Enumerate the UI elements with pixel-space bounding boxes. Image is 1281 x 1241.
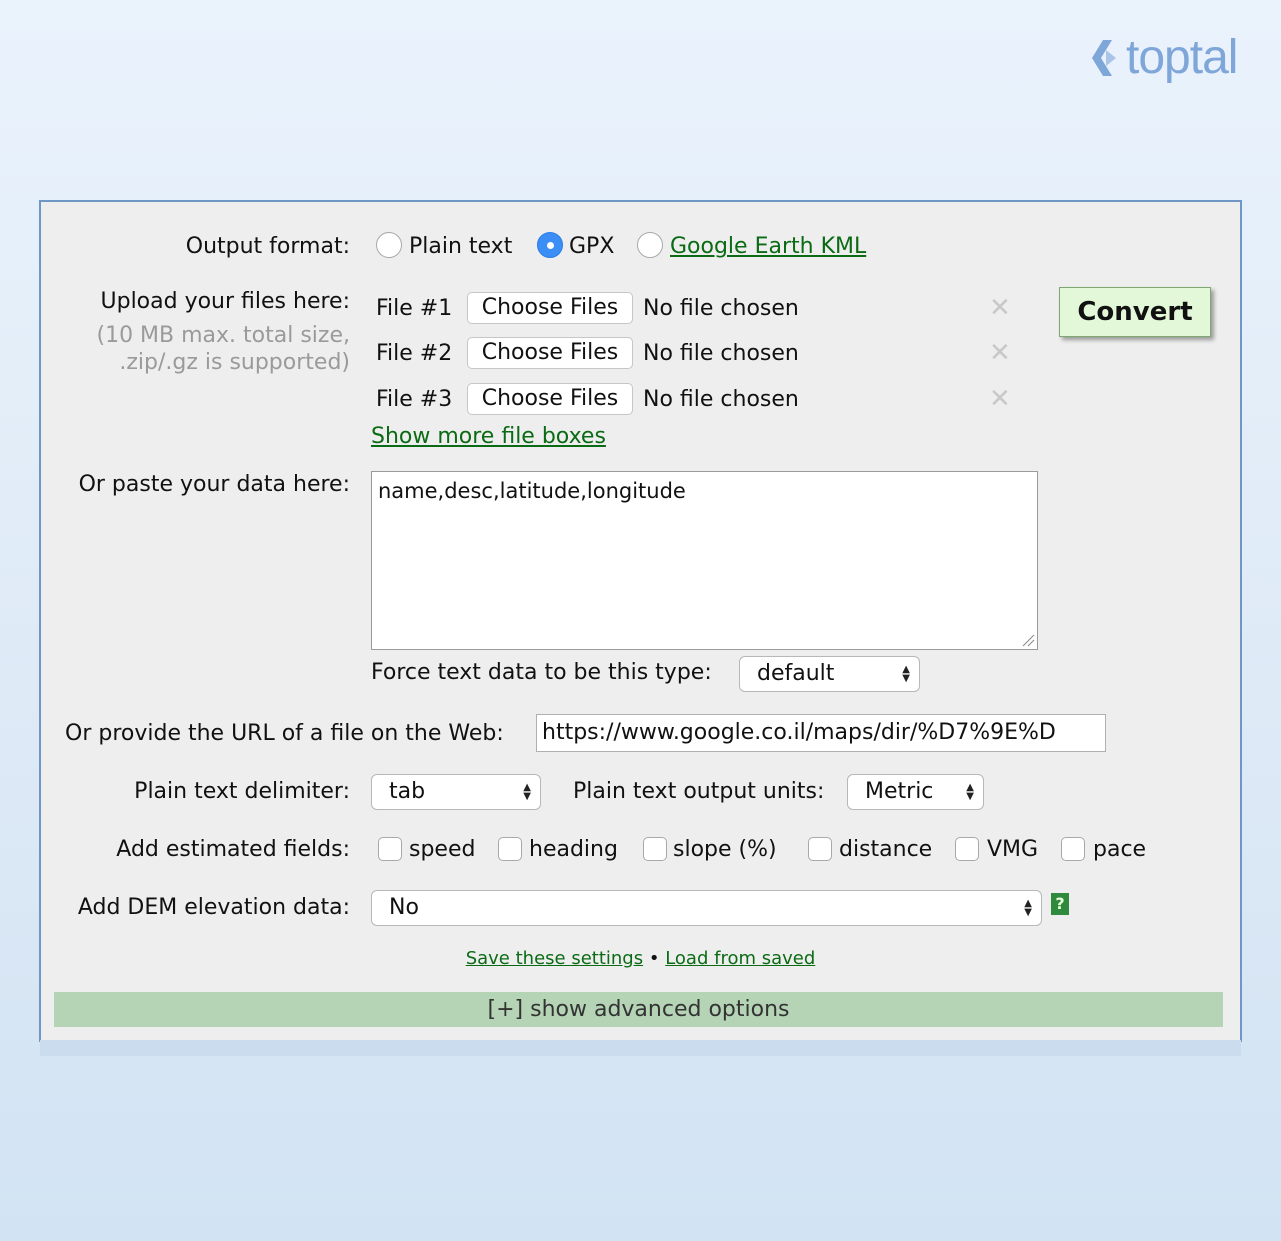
- upload-note-line2: .zip/.gz is supported): [119, 350, 350, 375]
- delimiter-value: tab: [389, 779, 426, 804]
- close-icon[interactable]: ✕: [989, 340, 1011, 366]
- resize-grip-icon[interactable]: [1021, 633, 1035, 647]
- radio-google-earth-kml[interactable]: [637, 232, 663, 258]
- paste-label: Or paste your data here:: [78, 472, 350, 497]
- load-from-saved-link[interactable]: Load from saved: [665, 948, 815, 969]
- show-advanced-options[interactable]: [+] show advanced options: [54, 992, 1223, 1027]
- select-arrows-icon: ▲ ▼: [523, 782, 531, 802]
- choose-files-button-3[interactable]: Choose Files: [467, 383, 633, 415]
- convert-button[interactable]: Convert: [1059, 287, 1211, 337]
- panel-shadow: [40, 1040, 1241, 1056]
- upload-label: Upload your files here:: [100, 289, 351, 314]
- close-icon[interactable]: ✕: [989, 295, 1011, 321]
- toptal-logo-text: toptal: [1126, 31, 1238, 84]
- output-format-label: Output format:: [185, 234, 350, 259]
- select-arrows-icon: ▲ ▼: [1024, 898, 1032, 918]
- question-icon[interactable]: ?: [1051, 893, 1069, 915]
- checkbox-distance-label[interactable]: distance: [839, 837, 932, 863]
- force-type-value: default: [757, 661, 835, 686]
- file-3-label: File #3: [376, 387, 453, 412]
- checkbox-distance[interactable]: [808, 837, 832, 861]
- checkbox-pace[interactable]: [1061, 837, 1085, 861]
- dem-select[interactable]: No ▲ ▼: [371, 890, 1042, 926]
- dem-value: No: [389, 895, 419, 920]
- checkbox-speed[interactable]: [378, 837, 402, 861]
- checkbox-slope-label[interactable]: slope (%): [673, 837, 777, 863]
- file-3-status: No file chosen: [643, 387, 799, 412]
- units-select[interactable]: Metric ▲ ▼: [847, 774, 984, 810]
- estimated-fields-label: Add estimated fields:: [116, 837, 350, 862]
- toptal-logo: toptal: [1088, 31, 1238, 84]
- paste-data-value: name,desc,latitude,longitude: [378, 479, 686, 503]
- save-settings-link[interactable]: Save these settings: [466, 948, 643, 969]
- google-earth-kml-link[interactable]: Google Earth KML: [670, 234, 866, 260]
- checkbox-vmg-label[interactable]: VMG: [987, 837, 1038, 863]
- checkbox-speed-label[interactable]: speed: [409, 837, 475, 863]
- checkbox-vmg[interactable]: [955, 837, 979, 861]
- checkbox-heading-label[interactable]: heading: [529, 837, 618, 863]
- file-1-status: No file chosen: [643, 296, 799, 321]
- radio-gpx[interactable]: [537, 232, 563, 258]
- checkbox-heading[interactable]: [498, 837, 522, 861]
- settings-links: Save these settings • Load from saved: [0, 948, 1281, 969]
- url-input[interactable]: https://www.google.co.il/maps/dir/%D7%9E…: [536, 714, 1106, 752]
- show-more-file-boxes-link[interactable]: Show more file boxes: [371, 424, 606, 450]
- delimiter-select[interactable]: tab ▲ ▼: [371, 774, 541, 810]
- upload-note-line1: (10 MB max. total size,: [96, 323, 350, 348]
- close-icon[interactable]: ✕: [989, 386, 1011, 412]
- paste-data-textarea[interactable]: name,desc,latitude,longitude: [371, 471, 1038, 650]
- file-2-label: File #2: [376, 341, 453, 366]
- file-2-status: No file chosen: [643, 341, 799, 366]
- select-arrows-icon: ▲ ▼: [966, 782, 974, 802]
- units-label: Plain text output units:: [573, 779, 825, 804]
- checkbox-slope[interactable]: [643, 837, 667, 861]
- choose-files-button-2[interactable]: Choose Files: [467, 337, 633, 369]
- radio-plain-text-label[interactable]: Plain text: [409, 234, 512, 260]
- force-type-select[interactable]: default ▲ ▼: [739, 656, 920, 692]
- dem-label: Add DEM elevation data:: [77, 895, 350, 920]
- file-1-label: File #1: [376, 296, 453, 321]
- checkbox-pace-label[interactable]: pace: [1093, 837, 1146, 863]
- radio-gpx-label[interactable]: GPX: [569, 234, 614, 260]
- units-value: Metric: [865, 779, 934, 804]
- settings-separator: •: [648, 948, 660, 969]
- toptal-logo-icon: [1092, 40, 1116, 76]
- url-label: Or provide the URL of a file on the Web:: [65, 721, 504, 746]
- select-arrows-icon: ▲ ▼: [902, 664, 910, 684]
- delimiter-label: Plain text delimiter:: [134, 779, 350, 804]
- radio-plain-text[interactable]: [376, 232, 402, 258]
- force-type-label: Force text data to be this type:: [371, 660, 712, 685]
- choose-files-button-1[interactable]: Choose Files: [467, 292, 633, 324]
